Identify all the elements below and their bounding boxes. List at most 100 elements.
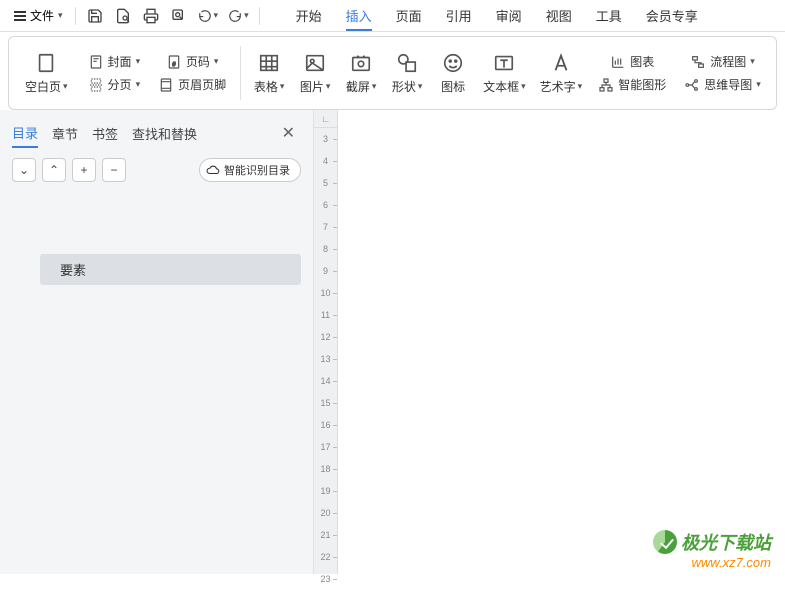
ruler-tick: 3	[314, 128, 337, 150]
sidebar-tab-toc[interactable]: 目录	[12, 119, 38, 148]
chevron-down-icon: ▾	[63, 81, 68, 92]
picture-button[interactable]: 图片▾	[293, 48, 337, 99]
chevron-down-icon: ⌄	[19, 163, 29, 177]
page-break-button[interactable]: 分页 ▾	[84, 74, 145, 95]
icons-button[interactable]: 图标	[431, 48, 475, 99]
toc-item[interactable]: 要素	[40, 254, 301, 285]
table-label: 表格	[254, 78, 278, 95]
close-icon: ✕	[282, 125, 295, 142]
page-break-icon	[88, 77, 104, 93]
chevron-down-icon: ▾	[244, 10, 249, 21]
page-number-button[interactable]: # 页码 ▾	[162, 51, 223, 72]
chevron-down-icon: ▾	[578, 81, 583, 92]
chevron-down-icon: ▾	[326, 81, 331, 92]
tab-page[interactable]: 页面	[384, 0, 434, 31]
divider	[75, 7, 76, 25]
plus-icon: +	[80, 163, 87, 177]
add-button[interactable]: +	[72, 158, 96, 182]
blank-page-label: 空白页	[25, 78, 61, 95]
ruler-tick: 13	[314, 348, 337, 370]
expand-button[interactable]: ⌃	[42, 158, 66, 182]
page-break-label: 分页	[108, 76, 132, 93]
flowchart-label: 流程图	[710, 53, 746, 70]
redo-button[interactable]: ▾	[224, 3, 253, 29]
chevron-down-icon: ▾	[750, 56, 755, 67]
shapes-button[interactable]: 形状▾	[385, 48, 429, 99]
chart-label: 图表	[630, 53, 654, 70]
textbox-label: 文本框	[483, 78, 519, 95]
ruler-tick: 15	[314, 392, 337, 414]
ruler-tick: 17	[314, 436, 337, 458]
file-menu[interactable]: 文件 ▾	[8, 3, 69, 28]
print-button[interactable]	[138, 3, 164, 29]
chevron-down-icon: ▾	[58, 10, 63, 21]
wordart-button[interactable]: 艺术字▾	[534, 48, 589, 99]
header-footer-label: 页眉页脚	[178, 76, 226, 93]
chevron-up-icon: ⌃	[49, 163, 59, 177]
icons-label: 图标	[441, 78, 465, 95]
ruler-tick: 22	[314, 546, 337, 568]
print-preview-button[interactable]	[110, 3, 136, 29]
watermark-title: 极光下载站	[681, 529, 771, 555]
picture-label: 图片	[300, 78, 324, 95]
sidebar-tab-bookmark[interactable]: 书签	[92, 120, 118, 147]
chart-button[interactable]: 图表	[606, 51, 658, 72]
sidebar-panel: 目录 章节 书签 查找和替换 ✕ ⌄ ⌃ + − 智能识别目录 要素	[0, 110, 314, 574]
shapes-label: 形状	[392, 78, 416, 95]
icons-icon	[442, 52, 464, 74]
ruler-tick: 20	[314, 502, 337, 524]
ruler-tick: 7	[314, 216, 337, 238]
cover-button[interactable]: 封面 ▾	[84, 51, 145, 72]
tab-reference[interactable]: 引用	[434, 0, 484, 31]
sidebar-tab-chapter[interactable]: 章节	[52, 120, 78, 147]
collapse-button[interactable]: ⌄	[12, 158, 36, 182]
ruler-tick: 5	[314, 172, 337, 194]
undo-button[interactable]: ▾	[194, 3, 223, 29]
tab-insert[interactable]: 插入	[334, 0, 384, 31]
ribbon: 空白页▾ 封面 ▾ 分页 ▾ # 页码 ▾ 页眉页脚 表格▾ 图片▾	[8, 36, 777, 110]
smart-recognize-label: 智能识别目录	[224, 162, 290, 178]
minus-icon: −	[110, 163, 117, 177]
ruler-tick: 11	[314, 304, 337, 326]
cloud-icon	[206, 163, 220, 177]
chevron-down-icon: ▾	[136, 56, 141, 67]
cover-icon	[88, 54, 104, 70]
find-button[interactable]	[166, 3, 192, 29]
screenshot-label: 截屏	[346, 78, 370, 95]
mindmap-button[interactable]: 思维导图 ▾	[680, 74, 765, 95]
remove-button[interactable]: −	[102, 158, 126, 182]
chevron-down-icon: ▾	[418, 81, 423, 92]
chart-icon	[610, 54, 626, 70]
ruler-tick: 18	[314, 458, 337, 480]
page-number-icon: #	[166, 54, 182, 70]
document-page[interactable]	[338, 110, 785, 574]
smart-recognize-button[interactable]: 智能识别目录	[199, 158, 301, 182]
ruler-tick: 16	[314, 414, 337, 436]
ruler-tick: 8	[314, 238, 337, 260]
ruler-tick: 23	[314, 568, 337, 590]
save-button[interactable]	[82, 3, 108, 29]
sidebar-tab-findreplace[interactable]: 查找和替换	[132, 120, 197, 147]
table-button[interactable]: 表格▾	[247, 48, 291, 99]
blank-page-button[interactable]: 空白页▾	[19, 48, 74, 99]
sidebar-close-button[interactable]: ✕	[276, 121, 301, 145]
ruler-tick: 4	[314, 150, 337, 172]
tab-view[interactable]: 视图	[534, 0, 584, 31]
tab-member[interactable]: 会员专享	[634, 0, 710, 31]
tab-start[interactable]: 开始	[284, 0, 334, 31]
chevron-down-icon: ▾	[214, 56, 219, 67]
screenshot-button[interactable]: 截屏▾	[339, 48, 383, 99]
chevron-down-icon: ▾	[756, 79, 761, 90]
flowchart-button[interactable]: 流程图 ▾	[686, 51, 759, 72]
vertical-ruler[interactable]: ∟ 34567891011121314151617181920212223	[314, 110, 338, 574]
tab-tools[interactable]: 工具	[584, 0, 634, 31]
svg-text:#: #	[172, 62, 175, 68]
textbox-button[interactable]: 文本框▾	[477, 48, 532, 99]
file-menu-label: 文件	[30, 7, 54, 24]
tab-review[interactable]: 审阅	[484, 0, 534, 31]
header-footer-button[interactable]: 页眉页脚	[154, 74, 230, 95]
mindmap-icon	[684, 77, 700, 93]
mindmap-label: 思维导图	[704, 76, 752, 93]
smartart-button[interactable]: 智能图形	[594, 74, 670, 95]
ruler-tick: 6	[314, 194, 337, 216]
